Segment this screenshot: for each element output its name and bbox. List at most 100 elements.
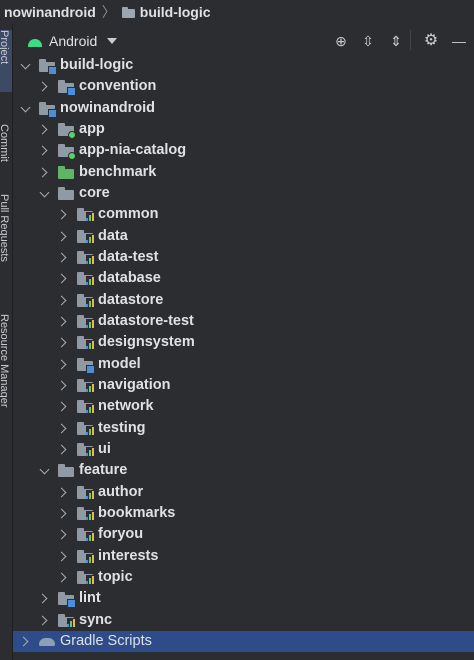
- tree-row[interactable]: nowinandroid: [13, 98, 474, 119]
- chevron-down-icon[interactable]: [39, 189, 49, 199]
- tab-resource-manager[interactable]: Resource Manager: [0, 314, 12, 444]
- tree-row[interactable]: lint: [13, 588, 474, 609]
- tree-row[interactable]: network: [13, 396, 474, 417]
- chevron-right-icon[interactable]: [39, 167, 49, 177]
- tree-row[interactable]: feature: [13, 460, 474, 481]
- chevron-right-icon[interactable]: [39, 145, 49, 155]
- tree-row[interactable]: navigation: [13, 375, 474, 396]
- library-badge-icon: [86, 489, 94, 499]
- tree-item-label: ui: [98, 440, 111, 457]
- library-badge-icon: [67, 617, 75, 627]
- chevron-right-icon[interactable]: [58, 337, 68, 347]
- tree-row[interactable]: datastore: [13, 290, 474, 311]
- library-badge-icon: [86, 297, 94, 307]
- tree-item-label: datastore-test: [98, 312, 194, 329]
- tree-row[interactable]: build-logic: [13, 55, 474, 76]
- chevron-right-icon[interactable]: [58, 487, 68, 497]
- chevron-right-icon[interactable]: [58, 380, 68, 390]
- chevron-right-icon[interactable]: [58, 295, 68, 305]
- tree-row[interactable]: designsystem: [13, 332, 474, 353]
- tree-row[interactable]: testing: [13, 418, 474, 439]
- tree-item-label: foryou: [98, 526, 144, 543]
- collapse-all-icon[interactable]: ⇕: [388, 33, 404, 49]
- chevron-right-icon[interactable]: [39, 615, 49, 625]
- view-mode-select[interactable]: Android: [49, 33, 97, 49]
- tree-row[interactable]: data-test: [13, 247, 474, 268]
- folder-library-icon: [77, 421, 94, 435]
- tree-row[interactable]: topic: [13, 567, 474, 588]
- tree-item-label: testing: [98, 419, 146, 436]
- tree-row[interactable]: sync: [13, 610, 474, 631]
- folder-library-icon: [77, 549, 94, 563]
- tab-pull-requests[interactable]: Pull Requests: [0, 194, 12, 294]
- chevron-right-icon[interactable]: [58, 551, 68, 561]
- folder-module-icon: [39, 101, 57, 118]
- chevron-right-icon[interactable]: [39, 124, 49, 134]
- tree-row[interactable]: database: [13, 268, 474, 289]
- folder-module-icon: [39, 59, 57, 75]
- tree-row[interactable]: model: [13, 354, 474, 375]
- chevron-right-icon[interactable]: [58, 231, 68, 241]
- folder-library-icon: [58, 613, 75, 627]
- tree-row[interactable]: Gradle Scripts: [13, 630, 474, 652]
- chevron-right-icon[interactable]: [58, 209, 68, 219]
- chevron-down-icon[interactable]: [20, 61, 30, 71]
- tree-item-label: data: [98, 227, 128, 244]
- chevron-right-icon[interactable]: [58, 401, 68, 411]
- chevron-right-icon[interactable]: [39, 593, 49, 603]
- chevron-right-icon[interactable]: [58, 444, 68, 454]
- chevron-right-icon[interactable]: [58, 572, 68, 582]
- locate-icon[interactable]: ⊕: [333, 33, 349, 49]
- tree-row[interactable]: foryou: [13, 524, 474, 545]
- chevron-right-icon[interactable]: [58, 316, 68, 326]
- tree-row[interactable]: datastore-test: [13, 311, 474, 332]
- folder-library-icon: [77, 314, 94, 328]
- folder-library-icon: [77, 293, 94, 307]
- folder-app-icon: [58, 144, 76, 161]
- library-badge-icon: [86, 404, 94, 414]
- chevron-right-icon[interactable]: [58, 252, 68, 262]
- tree-row[interactable]: data: [13, 226, 474, 247]
- chevron-right-icon[interactable]: [58, 529, 68, 539]
- tree-row[interactable]: core: [13, 183, 474, 204]
- library-badge-icon: [86, 532, 94, 542]
- tree-row[interactable]: app-nia-catalog: [13, 140, 474, 161]
- library-badge-icon: [86, 254, 94, 264]
- tree-row[interactable]: bookmarks: [13, 503, 474, 524]
- tree-row[interactable]: ui: [13, 439, 474, 460]
- breadcrumb-separator: 〉: [101, 4, 116, 20]
- expand-all-icon[interactable]: ⇳: [360, 33, 376, 49]
- breadcrumb-current[interactable]: build-logic: [140, 4, 211, 20]
- tree-item-label: network: [98, 398, 154, 415]
- folder-library-icon: [77, 570, 94, 584]
- tree-row[interactable]: app: [13, 119, 474, 140]
- tree-row[interactable]: benchmark: [13, 162, 474, 183]
- tree-item-label: database: [98, 270, 161, 287]
- chevron-right-icon[interactable]: [20, 636, 30, 646]
- folder-library-icon: [77, 208, 94, 222]
- chevron-down-icon[interactable]: [39, 466, 49, 476]
- chevron-down-icon[interactable]: [20, 104, 30, 114]
- tree-row[interactable]: convention: [13, 76, 474, 97]
- chevron-right-icon[interactable]: [39, 81, 49, 91]
- minimize-icon[interactable]: —: [451, 33, 467, 49]
- chevron-down-icon[interactable]: [107, 38, 118, 44]
- tab-commit[interactable]: Commit: [0, 124, 12, 184]
- folder-icon: [58, 186, 74, 200]
- library-badge-icon: [86, 510, 94, 520]
- tree-row[interactable]: author: [13, 482, 474, 503]
- chevron-right-icon[interactable]: [58, 273, 68, 283]
- breadcrumb-root[interactable]: nowinandroid: [4, 4, 96, 20]
- folder-library-icon: [77, 250, 94, 264]
- tree-row[interactable]: common: [13, 204, 474, 225]
- tree-item-label: app-nia-catalog: [79, 142, 187, 159]
- tree-row[interactable]: interests: [13, 546, 474, 567]
- chevron-right-icon[interactable]: [58, 508, 68, 518]
- chevron-right-icon[interactable]: [58, 423, 68, 433]
- chevron-right-icon[interactable]: [58, 359, 68, 369]
- folder-module-icon: [77, 357, 95, 374]
- tree-item-label: build-logic: [60, 57, 134, 73]
- tab-project[interactable]: Project: [0, 30, 12, 92]
- tree-item-label: designsystem: [98, 334, 195, 351]
- gear-icon[interactable]: ⚙: [423, 33, 439, 49]
